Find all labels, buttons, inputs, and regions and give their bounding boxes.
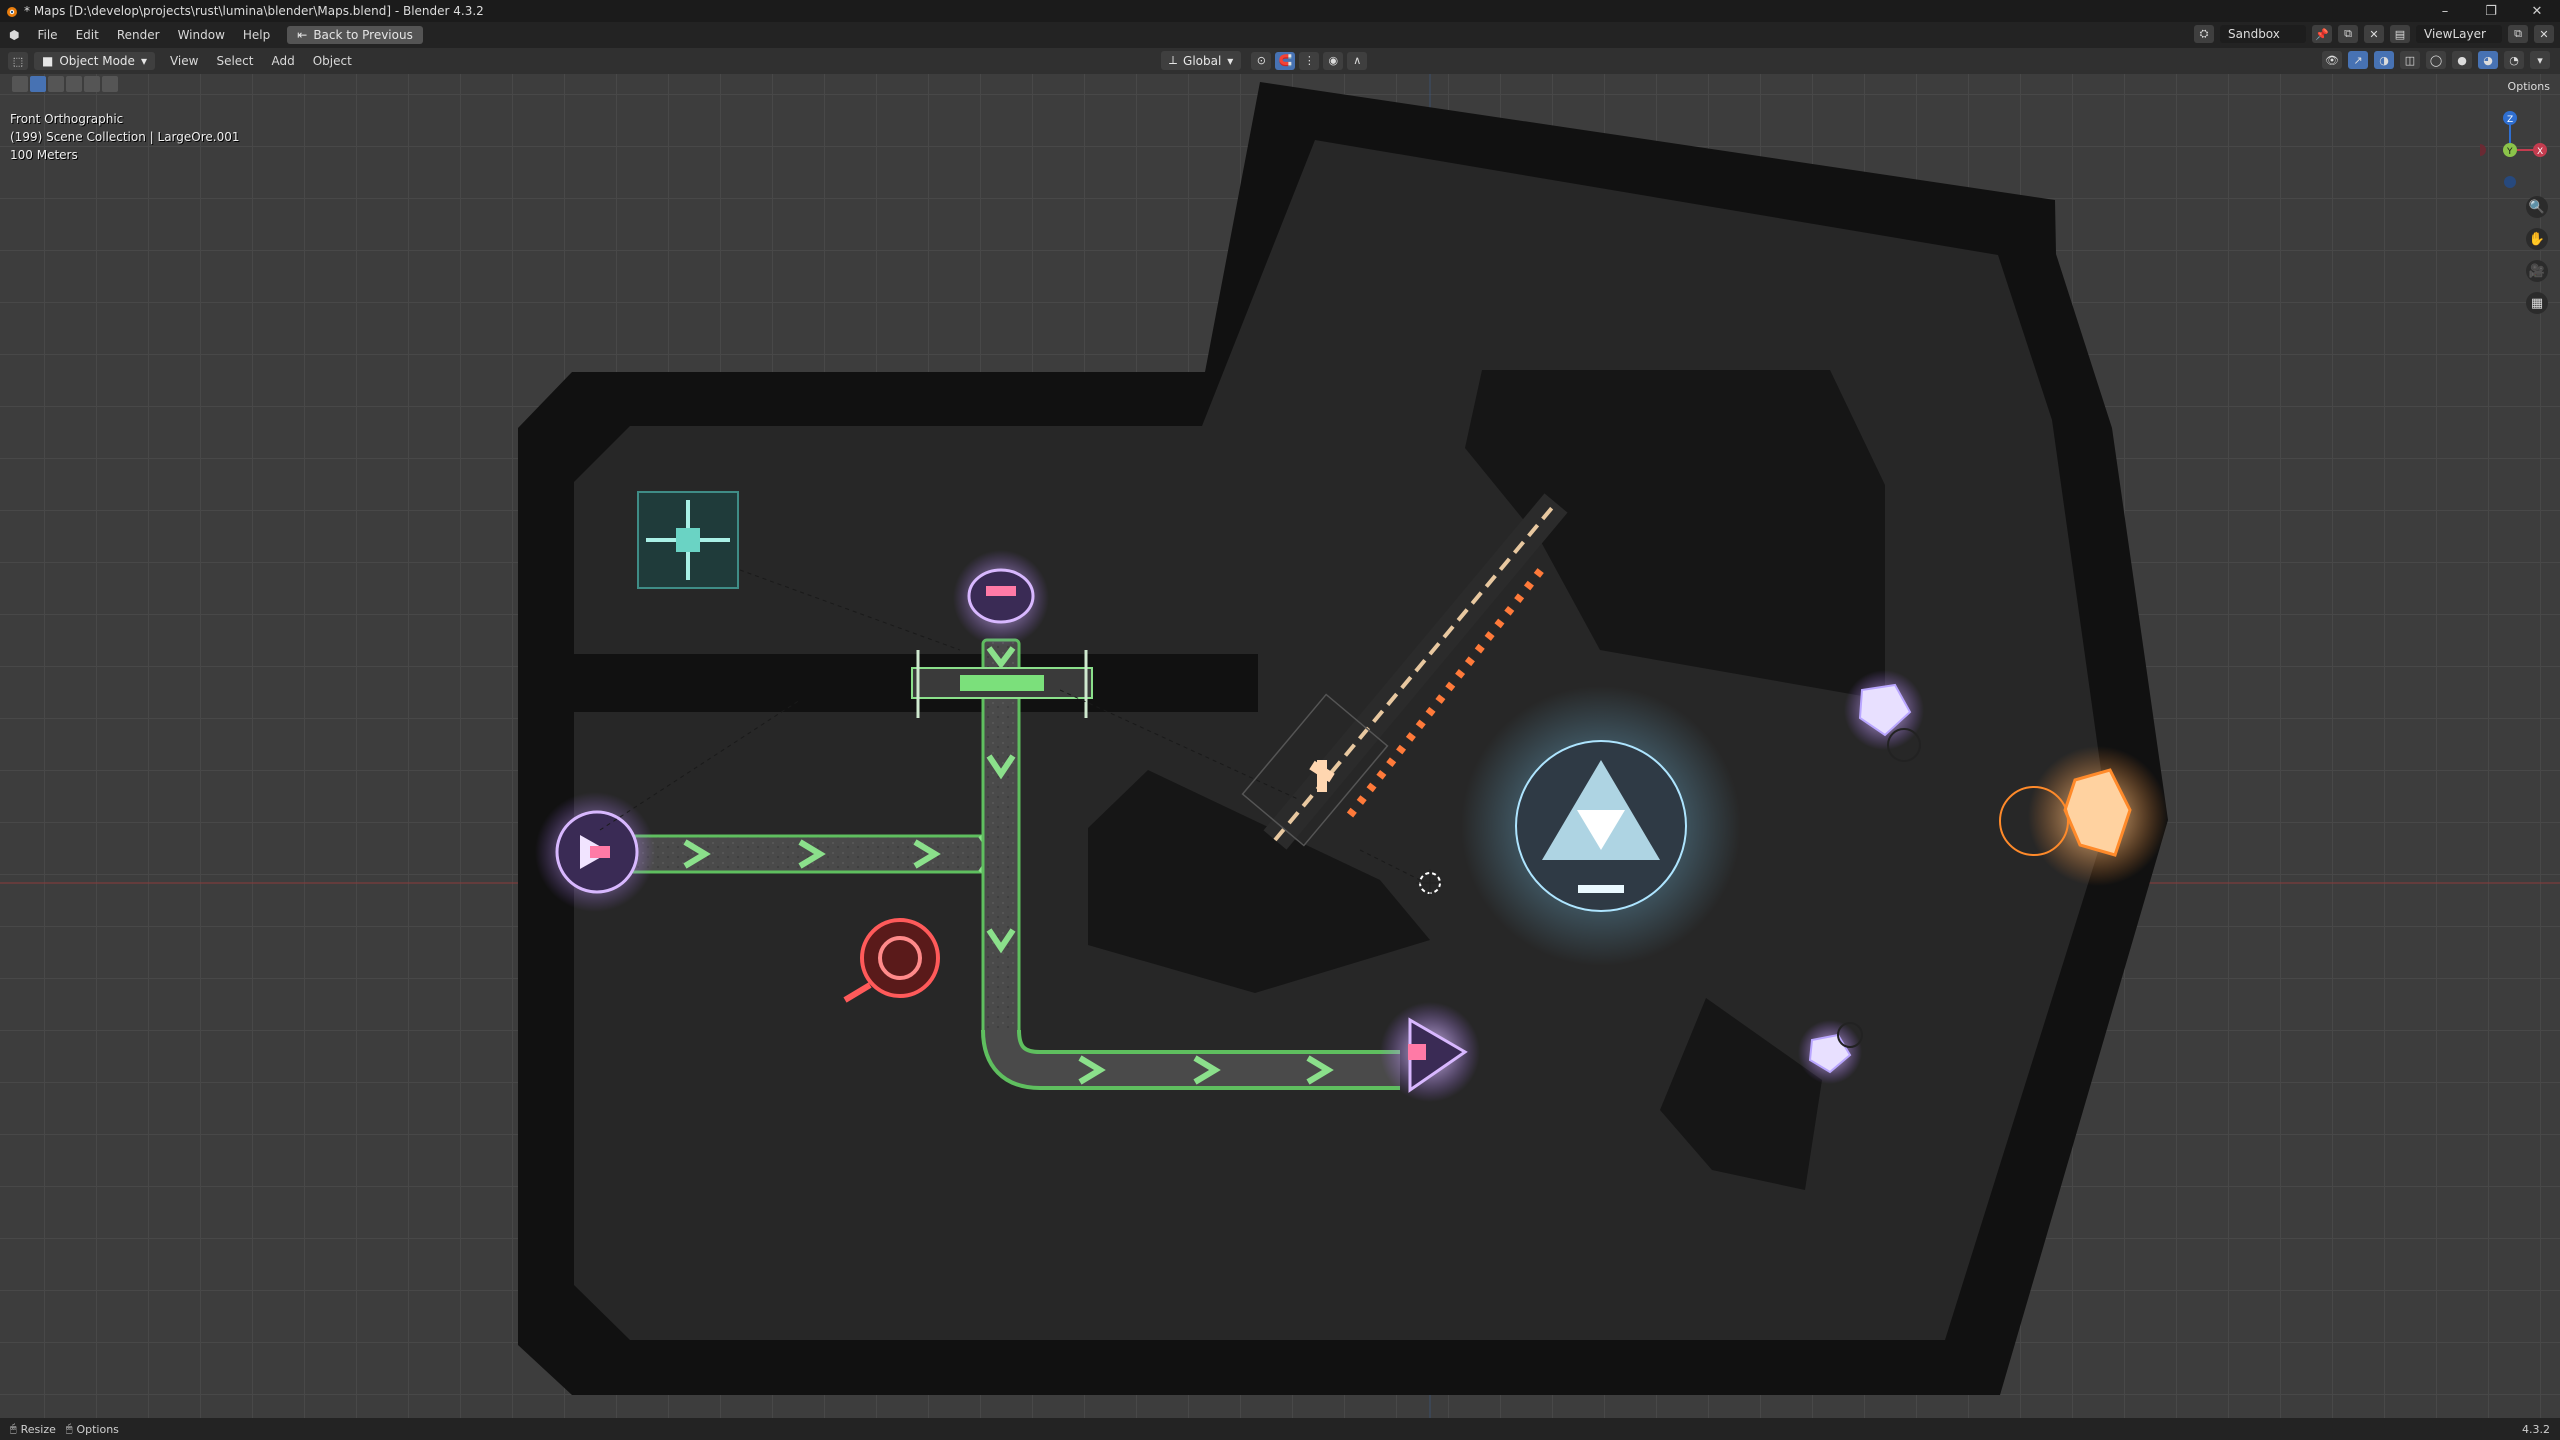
status-resize: 🖱 Resize <box>10 1422 56 1436</box>
gizmo-y-label: Y <box>2506 147 2513 157</box>
gizmo-x-label: X <box>2537 147 2543 157</box>
version-text: 4.3.2 <box>2522 1422 2550 1436</box>
pan-hand-icon[interactable]: ✋ <box>2526 228 2548 250</box>
status-options: 🖱 Options <box>66 1422 119 1436</box>
navigation-gizmo[interactable]: Z Y X <box>2480 90 2560 310</box>
viewport-nav-tools: 🔍 ✋ 🎥 ▦ <box>2526 196 2548 314</box>
camera-view-icon[interactable]: 🎥 <box>2526 260 2548 282</box>
zoom-icon[interactable]: 🔍 <box>2526 196 2548 218</box>
conveyor-belt-horizontal <box>598 834 995 874</box>
status-options-label: Options <box>76 1422 119 1436</box>
teal-crafter-block <box>637 491 739 589</box>
purple-emitter-left <box>555 810 639 894</box>
scene-render <box>0 74 2560 1418</box>
mouse-icon: 🖱 <box>65 1422 73 1435</box>
grid-ortho-icon[interactable]: ▦ <box>2526 292 2548 314</box>
purple-emitter-top <box>967 568 1035 624</box>
gizmo-z-label: Z <box>2507 115 2513 125</box>
mouse-icon: 🖱 <box>10 1422 17 1435</box>
conveyor-belt-vertical <box>981 638 1021 1042</box>
status-bar: 🖱 Resize 🖱 Options 4.3.2 <box>0 1418 2560 1440</box>
status-resize-label: Resize <box>20 1422 56 1436</box>
